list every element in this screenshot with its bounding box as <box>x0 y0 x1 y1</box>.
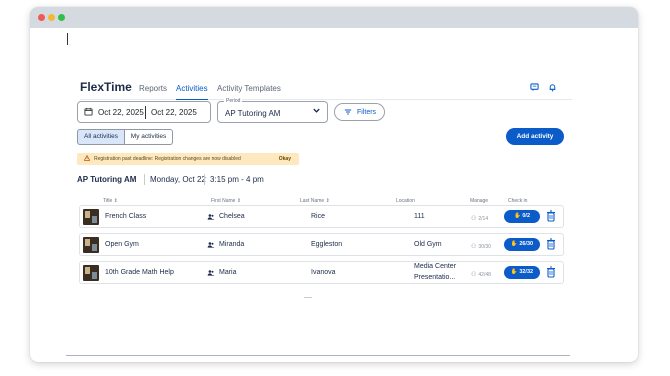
table-row[interactable]: French Class Chelsea Rice 111 ⚇ 2/14 ✋ 0/… <box>79 205 564 228</box>
all-activities-tab[interactable]: All activities <box>77 129 125 145</box>
window-titlebar <box>30 7 638 28</box>
message-icon[interactable] <box>529 83 539 93</box>
manage-count[interactable]: ⚇ 2/14 <box>471 215 488 222</box>
manage-icon: ⚇ <box>471 244 477 250</box>
manage-icon: ⚇ <box>471 272 477 278</box>
activity-title: French Class <box>105 213 147 220</box>
filter-icon <box>344 108 352 118</box>
check-in-button[interactable]: ✋ 32/32 <box>504 266 540 279</box>
activity-thumbnail <box>83 237 99 253</box>
banner-okay-button[interactable]: Okay <box>279 156 291 162</box>
people-icon <box>207 214 215 220</box>
column-location: Location <box>396 198 415 204</box>
table-row[interactable]: 10th Grade Math Help Maria Ivanova Media… <box>79 261 564 284</box>
table-row[interactable]: Open Gym Miranda Eggleston Old Gym ⚇ 30/3… <box>79 233 564 256</box>
first-name: Miranda <box>219 241 245 248</box>
nav-activities[interactable]: Activities <box>176 84 208 100</box>
people-icon <box>207 270 215 276</box>
period-title: AP Tutoring AM <box>77 175 137 184</box>
browser-window: FlexTime Reports Activities Activity Tem… <box>30 7 638 362</box>
check-in-button[interactable]: ✋ 26/30 <box>504 238 540 251</box>
nav-reports[interactable]: Reports <box>139 84 167 93</box>
period-label: Period <box>224 98 243 104</box>
banner-message: Registration past deadline: Registration… <box>94 156 241 162</box>
scroll-indicator <box>304 297 312 298</box>
filters-button[interactable]: Filters <box>334 103 385 121</box>
location: Media Center <box>414 263 457 270</box>
activity-title: 10th Grade Math Help <box>105 269 174 276</box>
text-cursor <box>67 33 68 45</box>
location: 111 <box>414 213 425 220</box>
nav-activity-templates[interactable]: Activity Templates <box>217 84 281 93</box>
location: Old Gym <box>414 241 442 248</box>
heading-divider <box>144 174 145 185</box>
first-name: Maria <box>219 269 237 276</box>
period-select[interactable]: Period AP Tutoring AM <box>217 98 328 123</box>
first-name: Chelsea <box>219 213 245 220</box>
trash-icon[interactable] <box>546 238 556 250</box>
chevron-down-icon <box>312 106 321 117</box>
filters-label: Filters <box>357 109 377 116</box>
date-separator <box>145 106 146 119</box>
add-activity-button[interactable]: Add activity <box>506 128 564 145</box>
column-title[interactable]: Title ⇕ <box>103 198 118 204</box>
column-first-name[interactable]: First Name ⇕ <box>211 198 241 204</box>
check-in-button[interactable]: ✋ 0/2 <box>504 210 540 223</box>
period-time: 3:15 pm - 4 pm <box>210 175 264 184</box>
top-nav: FlexTime Reports Activities Activity Tem… <box>80 79 572 100</box>
activity-thumbnail <box>83 265 99 281</box>
location-line-2: Presentatio... <box>414 274 456 281</box>
manage-count[interactable]: ⚇ 42/48 <box>471 271 491 278</box>
date-range-picker[interactable]: Oct 22, 2025 Oct 22, 2025 <box>77 101 211 123</box>
end-date: Oct 22, 2025 <box>151 108 197 117</box>
last-name: Ivanova <box>311 269 336 276</box>
period-date: Monday, Oct 22 <box>150 175 206 184</box>
column-check-in: Check in <box>508 198 528 204</box>
minimize-window-icon[interactable] <box>48 14 55 21</box>
brand-logo: FlexTime <box>80 80 132 94</box>
my-activities-tab[interactable]: My activities <box>125 129 173 145</box>
trash-icon[interactable] <box>546 266 556 278</box>
last-name: Eggleston <box>311 241 343 248</box>
activity-title: Open Gym <box>105 241 139 248</box>
period-value: AP Tutoring AM <box>225 109 281 118</box>
calendar-icon <box>84 107 93 116</box>
last-name: Rice <box>311 213 326 220</box>
start-date: Oct 22, 2025 <box>98 108 144 117</box>
maximize-window-icon[interactable] <box>58 14 65 21</box>
trash-icon[interactable] <box>546 210 556 222</box>
footer-divider <box>66 355 570 356</box>
manage-icon: ⚇ <box>471 216 477 222</box>
close-window-icon[interactable] <box>38 14 45 21</box>
heading-divider <box>204 174 205 185</box>
warning-icon <box>83 154 91 163</box>
deadline-banner: Registration past deadline: Registration… <box>77 153 299 165</box>
activity-thumbnail <box>83 209 99 225</box>
manage-count[interactable]: ⚇ 30/30 <box>471 243 491 250</box>
column-last-name[interactable]: Last Name ⇕ <box>300 198 330 204</box>
people-icon <box>207 242 215 248</box>
bell-icon[interactable] <box>547 83 557 93</box>
column-manage: Manage <box>470 198 489 204</box>
